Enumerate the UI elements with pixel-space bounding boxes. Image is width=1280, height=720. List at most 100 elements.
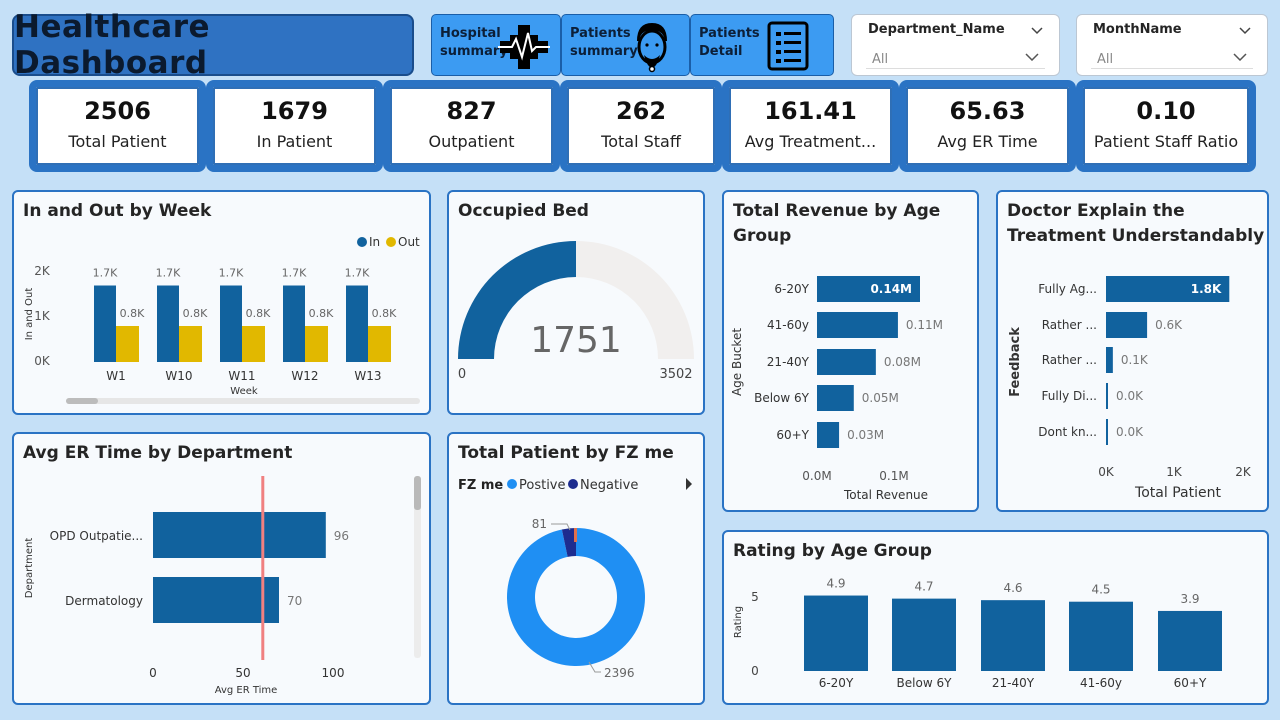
rating-bar[interactable] [1069, 601, 1133, 671]
bar-out[interactable] [242, 326, 265, 362]
nav-patients-summary-button[interactable]: Patients summary [561, 14, 690, 76]
data-label: 4.6 [1003, 581, 1022, 595]
revenue-by-age-panel: Total Revenue by Age Group Age Bucket 0.… [722, 190, 979, 512]
x-tick: W10 [165, 369, 192, 383]
kpi-label: Patient Staff Ratio [1093, 132, 1239, 151]
er-time-chart: Department Avg ER Time OPD Outpatie... 96… [24, 476, 421, 696]
horizontal-scrollbar[interactable] [66, 398, 420, 404]
month-slicer-value: All [1097, 52, 1114, 67]
bar-out[interactable] [368, 326, 391, 362]
feedback-bar[interactable] [1106, 312, 1148, 338]
y-tick: Dont kn... [1038, 425, 1097, 439]
kpi-card-avg-er-time: 65.63 Avg ER Time [899, 80, 1076, 172]
kpi-label: In Patient [256, 132, 333, 151]
x-axis-label: Total Revenue [843, 488, 928, 502]
occupied-bed-panel: Occupied Bed 1751 0 3502 [447, 190, 705, 415]
data-label: 0.0K [1116, 389, 1144, 403]
bar-in[interactable] [346, 285, 368, 363]
feedback-bar[interactable] [1106, 419, 1108, 445]
data-label-in: 1.7K [93, 267, 118, 280]
month-slicer-dropdown[interactable]: All [1091, 47, 1253, 69]
x-tick: W13 [354, 369, 381, 383]
rating-by-age-panel: Rating by Age Group Rating 5 0 4.9 6-20Y 4… [722, 530, 1269, 705]
gauge-value: 1751 [530, 320, 622, 361]
bar-out[interactable] [179, 326, 202, 362]
y-tick: Dermatology [65, 594, 143, 608]
kpi-card-total-patient: 2506 Total Patient [29, 80, 206, 172]
kpi-value: 161.41 [764, 97, 857, 125]
nav-patients-detail-label: Patients Detail [699, 26, 760, 59]
legend-in-marker [357, 237, 367, 247]
kpi-value: 0.10 [1136, 97, 1196, 125]
feedback-bar[interactable] [1106, 347, 1113, 373]
chevron-down-icon [1233, 53, 1247, 61]
revenue-bar[interactable] [817, 349, 876, 375]
x-tick: W1 [106, 369, 126, 383]
data-label: 2396 [604, 666, 635, 680]
in-out-by-week-panel: In and Out by Week In Out 2K 1K 0K In an… [12, 190, 431, 415]
department-slicer-dropdown[interactable]: All [866, 47, 1045, 69]
scrollbar-thumb[interactable] [414, 476, 421, 510]
department-slicer[interactable]: Department_Name All [851, 14, 1060, 76]
data-label-in: 1.7K [282, 267, 307, 280]
er-time-bar[interactable] [153, 512, 326, 558]
x-tick: 41-60y [1080, 676, 1122, 690]
data-label-out: 0.8K [372, 307, 397, 320]
x-tick: Below 6Y [897, 676, 953, 690]
rating-bar[interactable] [1158, 610, 1222, 671]
scrollbar-thumb[interactable] [66, 398, 98, 404]
kpi-card-avg-treatment: 161.41 Avg Treatment... [722, 80, 899, 172]
y-tick: 5 [751, 590, 759, 604]
rating-bar[interactable] [981, 600, 1045, 671]
bar-in[interactable] [220, 285, 242, 363]
data-label: 0.1K [1121, 353, 1149, 367]
kpi-value: 262 [615, 97, 667, 125]
doctor-explain-panel: Doctor Explain the Treatment Understanda… [996, 190, 1269, 512]
x-tick: 6-20Y [819, 676, 854, 690]
bar-in[interactable] [157, 285, 179, 363]
data-label: 3.9 [1180, 592, 1199, 606]
chevron-down-icon[interactable] [1031, 27, 1043, 35]
bar-in[interactable] [94, 285, 116, 363]
y-tick: Rather ... [1042, 353, 1097, 367]
y-tick: 6-20Y [774, 282, 809, 296]
donut-slice-sliver [574, 528, 577, 542]
revenue-bar[interactable] [817, 422, 840, 448]
dashboard-title: Healthcare Dashboard [14, 9, 211, 81]
x-axis-label: Avg ER Time [215, 685, 278, 696]
month-slicer-title: MonthName [1093, 22, 1182, 37]
er-time-bar[interactable] [153, 577, 279, 623]
patient-by-fz-panel: Total Patient by FZ me FZ me Postive Neg… [447, 432, 705, 705]
data-label: 1.8K [1191, 282, 1222, 296]
legend-next-arrow-icon[interactable] [686, 478, 692, 490]
rating-bar[interactable] [892, 598, 956, 671]
y-tick: Fully Di... [1042, 389, 1097, 403]
data-label: 0.11M [906, 318, 943, 332]
bar-in[interactable] [283, 285, 305, 363]
in-out-chart: In Out 2K 1K 0K In and Out Week 1.7K 0.8K… [24, 235, 420, 404]
medical-cross-icon [498, 25, 550, 69]
x-tick: 0K [1098, 465, 1115, 479]
nav-patients-detail-button[interactable]: Patients Detail [690, 14, 834, 76]
chevron-down-icon[interactable] [1239, 27, 1251, 35]
bar-out[interactable] [305, 326, 328, 362]
legend-out-label: Out [398, 235, 420, 249]
revenue-bar[interactable] [817, 312, 898, 338]
data-label: 4.5 [1091, 583, 1110, 597]
kpi-card-in-patient: 1679 In Patient [206, 80, 383, 172]
x-tick: 50 [235, 666, 250, 680]
month-slicer[interactable]: MonthName All [1076, 14, 1268, 76]
feedback-bar[interactable] [1106, 383, 1108, 409]
nav-hospital-summary-button[interactable]: Hospital summary [431, 14, 561, 76]
x-tick: W11 [228, 369, 255, 383]
kpi-label: Total Patient [68, 132, 167, 151]
data-label: 4.7 [914, 580, 933, 594]
rating-bar[interactable] [804, 595, 868, 671]
bar-out[interactable] [116, 326, 139, 362]
dashboard-title-box: Healthcare Dashboard [12, 9, 414, 81]
data-label-in: 1.7K [345, 267, 370, 280]
legend-negative-marker [568, 479, 578, 489]
nav-patients-summary-label: Patients summary [570, 26, 638, 59]
legend-title: FZ me [458, 478, 503, 493]
revenue-bar[interactable] [817, 385, 854, 411]
